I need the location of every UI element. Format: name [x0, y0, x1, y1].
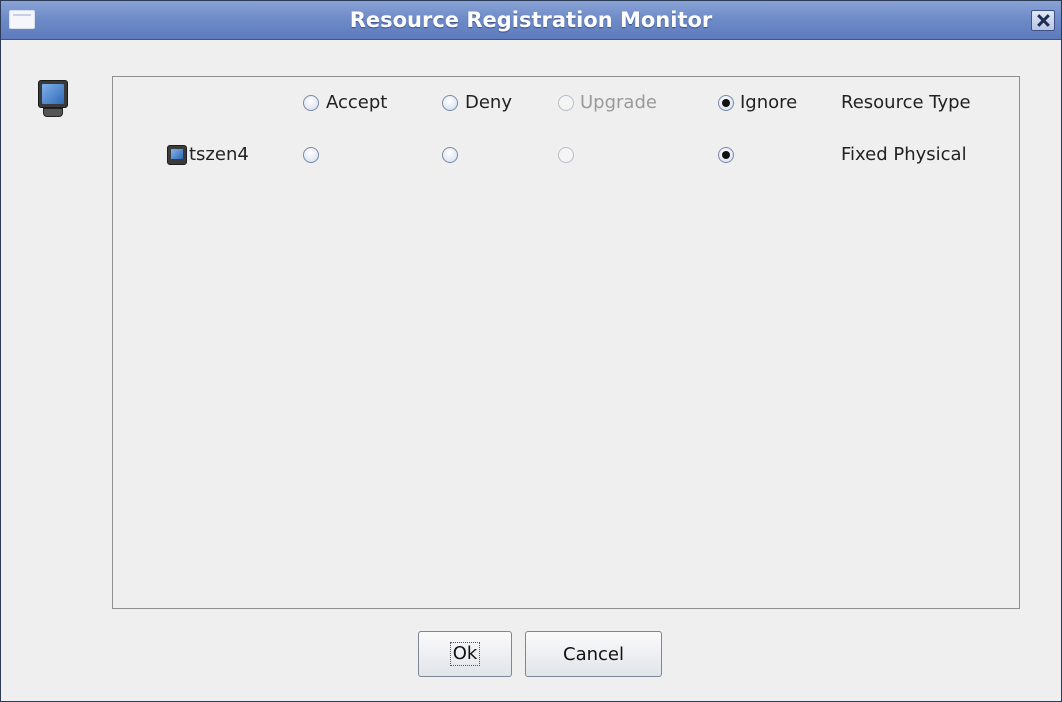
ok-button[interactable]: Ok [418, 631, 512, 677]
column-ignore-label: Ignore [740, 92, 798, 113]
row-ignore-radio[interactable] [718, 147, 734, 163]
title-bar[interactable]: Resource Registration Monitor [1, 1, 1061, 40]
row-upgrade-radio [558, 147, 574, 163]
window-title: Resource Registration Monitor [349, 8, 713, 32]
ok-button-label: Ok [449, 642, 481, 666]
resource-name: tszen4 [189, 144, 249, 165]
dialog-window: Resource Registration Monitor Accept Den… [0, 0, 1062, 702]
column-resource-type-label: Resource Type [841, 92, 971, 113]
cancel-button-label: Cancel [563, 643, 624, 665]
column-accept-label: Accept [326, 92, 388, 113]
column-deny-label: Deny [465, 92, 512, 113]
ignore-all-radio[interactable] [718, 95, 734, 111]
resource-panel: Accept Deny Upgrade Ignore Resource Type… [112, 76, 1020, 609]
monitor-icon [38, 80, 68, 117]
computer-icon [167, 145, 187, 165]
close-icon[interactable] [1031, 10, 1055, 31]
row-accept-radio[interactable] [303, 147, 319, 163]
resource-type-value: Fixed Physical [841, 144, 967, 165]
row-deny-radio[interactable] [442, 147, 458, 163]
cancel-button[interactable]: Cancel [525, 631, 662, 677]
accept-all-radio[interactable] [303, 95, 319, 111]
upgrade-all-radio [558, 95, 574, 111]
column-upgrade-label: Upgrade [580, 92, 657, 113]
deny-all-radio[interactable] [442, 95, 458, 111]
